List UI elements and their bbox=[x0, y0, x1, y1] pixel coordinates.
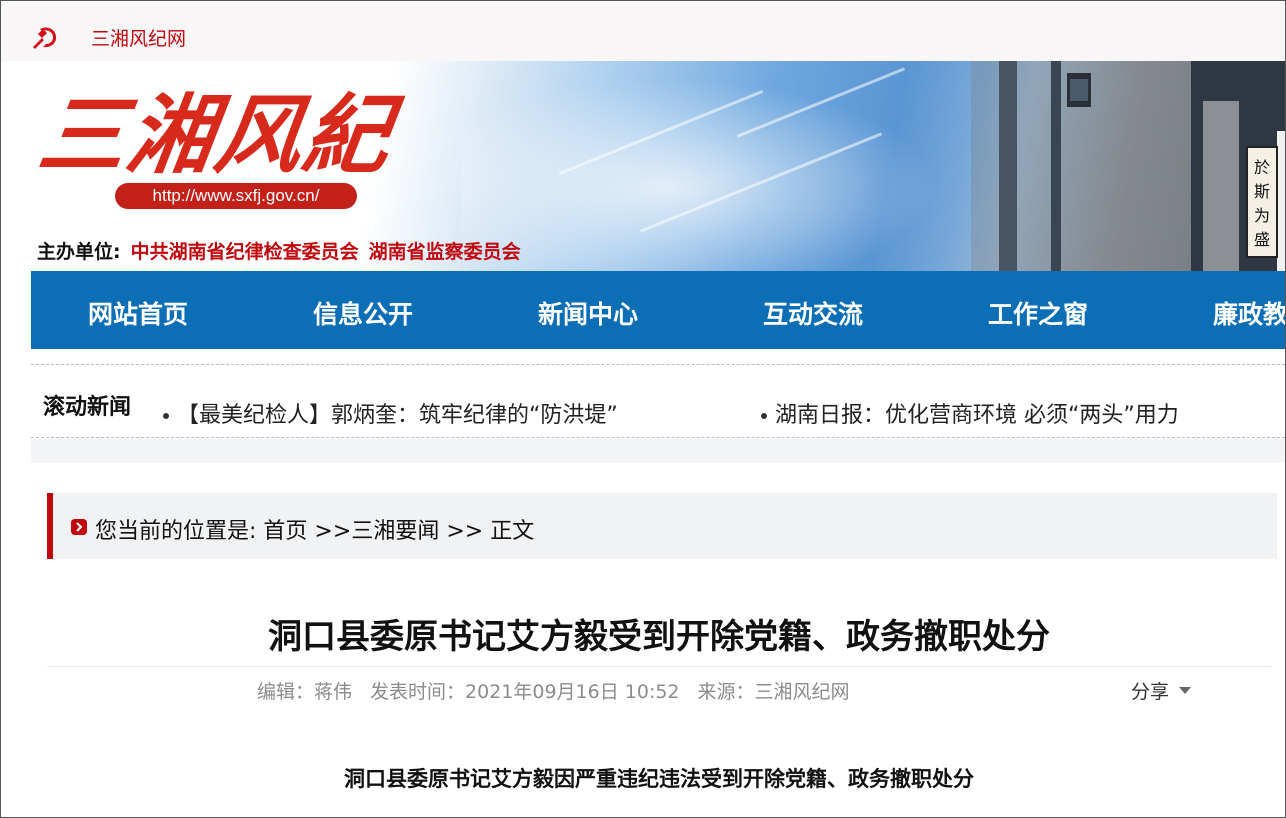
breadcrumb: 您当前的位置是: 首页 >>三湘要闻 >> 正文 bbox=[47, 493, 1277, 559]
title-divider bbox=[47, 666, 1271, 667]
article-subheading: 洞口县委原书记艾方毅因严重违纪违法受到开除党籍、政务撤职处分 bbox=[344, 767, 974, 791]
article-published-time: 发表时间：2021年09月16日 10:52 bbox=[370, 681, 680, 703]
article-meta: 编辑：蒋伟 发表时间：2021年09月16日 10:52 来源：三湘风纪网 bbox=[257, 677, 868, 704]
sponsor-line: 主办单位: 中共湖南省纪律检查委员会 湖南省监察委员会 bbox=[37, 237, 521, 264]
svg-text:斯: 斯 bbox=[1254, 182, 1270, 201]
article-source: 来源：三湘风纪网 bbox=[697, 681, 850, 703]
news-ticker: 滚动新闻 【最美纪检人】郭炳奎：筑牢纪律的“防洪堤” 湖南日报：优化营商环境 必… bbox=[31, 364, 1285, 438]
top-bar: 三湘风纪网 bbox=[1, 1, 1285, 61]
party-emblem-icon bbox=[33, 27, 57, 49]
building-image: 於 斯 为 盛 bbox=[971, 61, 1285, 271]
nav-item-work-window[interactable]: 工作之窗 bbox=[988, 295, 1088, 331]
ticker-item[interactable]: 湖南日报：优化营商环境 必须“两头”用力 bbox=[761, 397, 1179, 429]
sponsor-org-2: 湖南省监察委员会 bbox=[368, 241, 521, 263]
svg-text:於: 於 bbox=[1254, 158, 1270, 177]
ticker-item[interactable]: 【最美纪检人】郭炳奎：筑牢纪律的“防洪堤” bbox=[163, 397, 618, 429]
nav-item-interaction[interactable]: 互动交流 bbox=[763, 295, 863, 331]
svg-text:盛: 盛 bbox=[1254, 230, 1270, 249]
nav-item-news-center[interactable]: 新闻中心 bbox=[538, 295, 638, 331]
sky-haze bbox=[461, 61, 981, 271]
breadcrumb-prefix: 您当前的位置是: bbox=[95, 519, 257, 544]
chevron-right-icon bbox=[71, 519, 87, 535]
nav-item-info-disclosure[interactable]: 信息公开 bbox=[313, 295, 413, 331]
nav-item-home[interactable]: 网站首页 bbox=[88, 295, 188, 331]
header-banner: 於 斯 为 盛 三湘风紀 http://www.sxfj.gov.cn/ 主办单… bbox=[31, 61, 1285, 271]
bullet-icon bbox=[163, 413, 169, 419]
bullet-icon bbox=[761, 413, 767, 419]
sponsor-label: 主办单位: bbox=[37, 241, 121, 263]
ticker-label: 滚动新闻 bbox=[43, 395, 132, 420]
share-dropdown[interactable]: 分享 bbox=[1131, 677, 1192, 704]
breadcrumb-section-link[interactable]: 三湘要闻 bbox=[351, 519, 439, 544]
section-spacer bbox=[31, 439, 1285, 463]
sponsor-org-1: 中共湖南省纪律检查委员会 bbox=[130, 241, 359, 263]
main-nav: 网站首页 信息公开 新闻中心 互动交流 工作之窗 廉政教 bbox=[31, 271, 1285, 349]
breadcrumb-separator: >> bbox=[439, 519, 491, 544]
caret-down-icon bbox=[1179, 687, 1192, 694]
article-title: 洞口县委原书记艾方毅受到开除党籍、政务撤职处分 bbox=[268, 617, 1050, 657]
site-name-link[interactable]: 三湘风纪网 bbox=[91, 24, 186, 51]
svg-text:为: 为 bbox=[1254, 206, 1270, 225]
breadcrumb-separator: >> bbox=[307, 519, 352, 544]
nav-item-integrity-education[interactable]: 廉政教 bbox=[1213, 295, 1285, 331]
ticker-item-text: 湖南日报：优化营商环境 必须“两头”用力 bbox=[775, 403, 1179, 428]
breadcrumb-text: 您当前的位置是: 首页 >>三湘要闻 >> 正文 bbox=[95, 513, 534, 545]
share-label: 分享 bbox=[1131, 681, 1170, 703]
site-logo: 三湘风紀 bbox=[32, 85, 399, 186]
ticker-item-text: 【最美纪检人】郭炳奎：筑牢纪律的“防洪堤” bbox=[177, 403, 618, 428]
article-editor: 编辑：蒋伟 bbox=[257, 681, 353, 703]
breadcrumb-home-link[interactable]: 首页 bbox=[263, 519, 307, 544]
breadcrumb-current: 正文 bbox=[490, 519, 535, 544]
site-url-badge: http://www.sxfj.gov.cn/ bbox=[115, 183, 357, 209]
